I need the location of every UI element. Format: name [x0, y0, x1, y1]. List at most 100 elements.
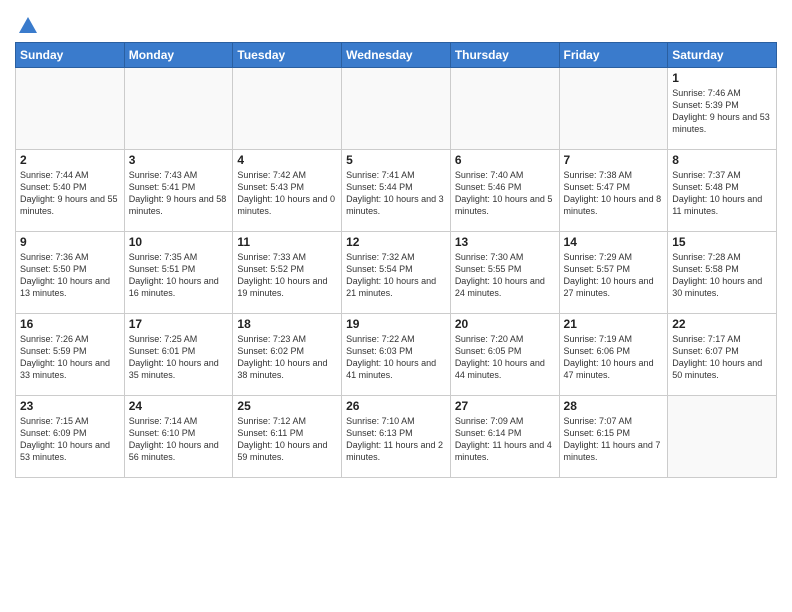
- calendar-cell: 11 Sunrise: 7:33 AM Sunset: 5:52 PM Dayli…: [233, 232, 342, 314]
- calendar-cell: 24 Sunrise: 7:14 AM Sunset: 6:10 PM Dayli…: [124, 396, 233, 478]
- weekday-header-thursday: Thursday: [450, 43, 559, 68]
- calendar-cell: 9 Sunrise: 7:36 AM Sunset: 5:50 PM Daylig…: [16, 232, 125, 314]
- calendar-cell: 6 Sunrise: 7:40 AM Sunset: 5:46 PM Daylig…: [450, 150, 559, 232]
- day-info: Sunrise: 7:33 AM Sunset: 5:52 PM Dayligh…: [237, 251, 337, 300]
- day-info: Sunrise: 7:40 AM Sunset: 5:46 PM Dayligh…: [455, 169, 555, 218]
- calendar-cell: [16, 68, 125, 150]
- calendar-cell: 22 Sunrise: 7:17 AM Sunset: 6:07 PM Dayli…: [668, 314, 777, 396]
- day-number: 26: [346, 399, 446, 413]
- calendar-week-3: 9 Sunrise: 7:36 AM Sunset: 5:50 PM Daylig…: [16, 232, 777, 314]
- day-info: Sunrise: 7:09 AM Sunset: 6:14 PM Dayligh…: [455, 415, 555, 464]
- calendar-cell: 20 Sunrise: 7:20 AM Sunset: 6:05 PM Dayli…: [450, 314, 559, 396]
- calendar-cell: 13 Sunrise: 7:30 AM Sunset: 5:55 PM Dayli…: [450, 232, 559, 314]
- calendar-cell: 21 Sunrise: 7:19 AM Sunset: 6:06 PM Dayli…: [559, 314, 668, 396]
- calendar-cell: 27 Sunrise: 7:09 AM Sunset: 6:14 PM Dayli…: [450, 396, 559, 478]
- calendar-cell: 1 Sunrise: 7:46 AM Sunset: 5:39 PM Daylig…: [668, 68, 777, 150]
- calendar-table: SundayMondayTuesdayWednesdayThursdayFrid…: [15, 42, 777, 478]
- weekday-header-row: SundayMondayTuesdayWednesdayThursdayFrid…: [16, 43, 777, 68]
- day-info: Sunrise: 7:19 AM Sunset: 6:06 PM Dayligh…: [564, 333, 664, 382]
- day-number: 24: [129, 399, 229, 413]
- calendar-cell: [124, 68, 233, 150]
- calendar-cell: 25 Sunrise: 7:12 AM Sunset: 6:11 PM Dayli…: [233, 396, 342, 478]
- day-number: 3: [129, 153, 229, 167]
- day-info: Sunrise: 7:37 AM Sunset: 5:48 PM Dayligh…: [672, 169, 772, 218]
- calendar-cell: 8 Sunrise: 7:37 AM Sunset: 5:48 PM Daylig…: [668, 150, 777, 232]
- calendar-cell: [450, 68, 559, 150]
- day-number: 18: [237, 317, 337, 331]
- day-number: 16: [20, 317, 120, 331]
- day-number: 15: [672, 235, 772, 249]
- calendar-cell: 23 Sunrise: 7:15 AM Sunset: 6:09 PM Dayli…: [16, 396, 125, 478]
- day-number: 1: [672, 71, 772, 85]
- calendar-cell: [233, 68, 342, 150]
- calendar-cell: 4 Sunrise: 7:42 AM Sunset: 5:43 PM Daylig…: [233, 150, 342, 232]
- calendar-cell: [668, 396, 777, 478]
- page-container: SundayMondayTuesdayWednesdayThursdayFrid…: [0, 0, 792, 488]
- day-info: Sunrise: 7:14 AM Sunset: 6:10 PM Dayligh…: [129, 415, 229, 464]
- calendar-cell: 10 Sunrise: 7:35 AM Sunset: 5:51 PM Dayli…: [124, 232, 233, 314]
- calendar-cell: 26 Sunrise: 7:10 AM Sunset: 6:13 PM Dayli…: [342, 396, 451, 478]
- day-info: Sunrise: 7:12 AM Sunset: 6:11 PM Dayligh…: [237, 415, 337, 464]
- day-number: 6: [455, 153, 555, 167]
- day-number: 17: [129, 317, 229, 331]
- day-number: 4: [237, 153, 337, 167]
- day-number: 10: [129, 235, 229, 249]
- calendar-cell: 5Sunrise: 7:41 AM Sunset: 5:44 PM Daylig…: [342, 150, 451, 232]
- day-number: 2: [20, 153, 120, 167]
- calendar-cell: 12 Sunrise: 7:32 AM Sunset: 5:54 PM Dayli…: [342, 232, 451, 314]
- calendar-cell: 7 Sunrise: 7:38 AM Sunset: 5:47 PM Daylig…: [559, 150, 668, 232]
- day-info: Sunrise: 7:44 AM Sunset: 5:40 PM Dayligh…: [20, 169, 120, 218]
- day-info: Sunrise: 7:46 AM Sunset: 5:39 PM Dayligh…: [672, 87, 772, 136]
- day-number: 11: [237, 235, 337, 249]
- day-info: Sunrise: 7:22 AM Sunset: 6:03 PM Dayligh…: [346, 333, 446, 382]
- day-info: Sunrise: 7:29 AM Sunset: 5:57 PM Dayligh…: [564, 251, 664, 300]
- day-info: Sunrise: 7:28 AM Sunset: 5:58 PM Dayligh…: [672, 251, 772, 300]
- day-number: 25: [237, 399, 337, 413]
- calendar-cell: 17 Sunrise: 7:25 AM Sunset: 6:01 PM Dayli…: [124, 314, 233, 396]
- day-info: Sunrise: 7:43 AM Sunset: 5:41 PM Dayligh…: [129, 169, 229, 218]
- weekday-header-wednesday: Wednesday: [342, 43, 451, 68]
- day-number: 7: [564, 153, 664, 167]
- day-info: Sunrise: 7:41 AM Sunset: 5:44 PM Dayligh…: [346, 169, 446, 218]
- day-number: 8: [672, 153, 772, 167]
- day-info: Sunrise: 7:35 AM Sunset: 5:51 PM Dayligh…: [129, 251, 229, 300]
- day-info: Sunrise: 7:36 AM Sunset: 5:50 PM Dayligh…: [20, 251, 120, 300]
- day-info: Sunrise: 7:38 AM Sunset: 5:47 PM Dayligh…: [564, 169, 664, 218]
- day-number: 20: [455, 317, 555, 331]
- calendar-week-2: 2 Sunrise: 7:44 AM Sunset: 5:40 PM Daylig…: [16, 150, 777, 232]
- day-number: 13: [455, 235, 555, 249]
- day-number: 27: [455, 399, 555, 413]
- day-info: Sunrise: 7:20 AM Sunset: 6:05 PM Dayligh…: [455, 333, 555, 382]
- day-info: Sunrise: 7:42 AM Sunset: 5:43 PM Dayligh…: [237, 169, 337, 218]
- calendar-cell: 18 Sunrise: 7:23 AM Sunset: 6:02 PM Dayli…: [233, 314, 342, 396]
- day-number: 28: [564, 399, 664, 413]
- weekday-header-saturday: Saturday: [668, 43, 777, 68]
- calendar-cell: 2 Sunrise: 7:44 AM Sunset: 5:40 PM Daylig…: [16, 150, 125, 232]
- logo-icon: [17, 15, 39, 37]
- page-header: [15, 10, 777, 34]
- calendar-cell: 16 Sunrise: 7:26 AM Sunset: 5:59 PM Dayli…: [16, 314, 125, 396]
- day-number: 12: [346, 235, 446, 249]
- day-number: 19: [346, 317, 446, 331]
- day-info: Sunrise: 7:32 AM Sunset: 5:54 PM Dayligh…: [346, 251, 446, 300]
- day-info: Sunrise: 7:26 AM Sunset: 5:59 PM Dayligh…: [20, 333, 120, 382]
- calendar-cell: 28 Sunrise: 7:07 AM Sunset: 6:15 PM Dayli…: [559, 396, 668, 478]
- calendar-cell: [559, 68, 668, 150]
- day-info: Sunrise: 7:10 AM Sunset: 6:13 PM Dayligh…: [346, 415, 446, 464]
- day-info: Sunrise: 7:15 AM Sunset: 6:09 PM Dayligh…: [20, 415, 120, 464]
- calendar-cell: 19 Sunrise: 7:22 AM Sunset: 6:03 PM Dayli…: [342, 314, 451, 396]
- calendar-week-4: 16 Sunrise: 7:26 AM Sunset: 5:59 PM Dayli…: [16, 314, 777, 396]
- day-info: Sunrise: 7:30 AM Sunset: 5:55 PM Dayligh…: [455, 251, 555, 300]
- day-info: Sunrise: 7:07 AM Sunset: 6:15 PM Dayligh…: [564, 415, 664, 464]
- day-info: Sunrise: 7:17 AM Sunset: 6:07 PM Dayligh…: [672, 333, 772, 382]
- day-info: Sunrise: 7:23 AM Sunset: 6:02 PM Dayligh…: [237, 333, 337, 382]
- weekday-header-monday: Monday: [124, 43, 233, 68]
- day-info: Sunrise: 7:25 AM Sunset: 6:01 PM Dayligh…: [129, 333, 229, 382]
- weekday-header-sunday: Sunday: [16, 43, 125, 68]
- day-number: 9: [20, 235, 120, 249]
- day-number: 22: [672, 317, 772, 331]
- day-number: 21: [564, 317, 664, 331]
- day-number: 14: [564, 235, 664, 249]
- day-number: 23: [20, 399, 120, 413]
- weekday-header-friday: Friday: [559, 43, 668, 68]
